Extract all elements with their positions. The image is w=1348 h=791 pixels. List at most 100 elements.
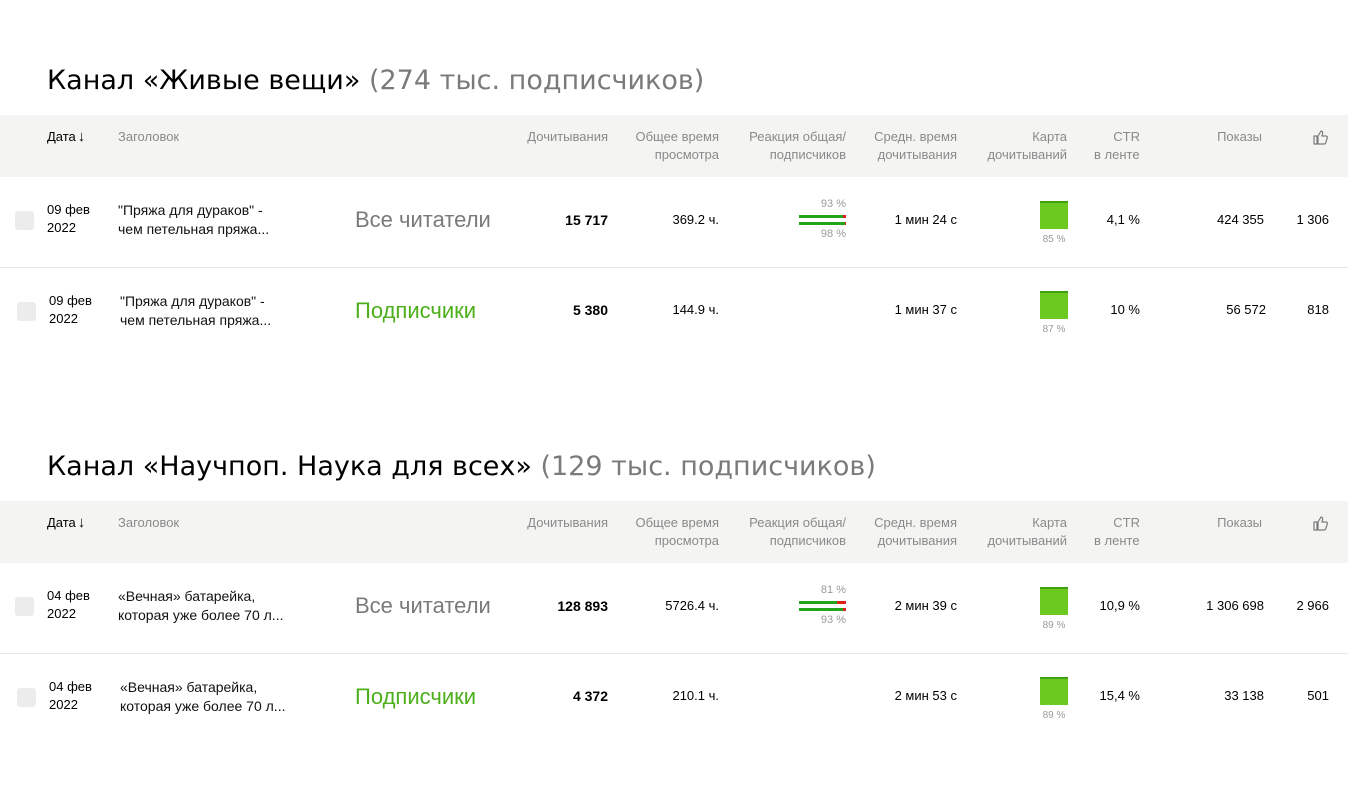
read-map-icon[interactable] bbox=[1040, 587, 1068, 615]
column-date[interactable]: Дата ↓ bbox=[47, 128, 85, 146]
arrow-down-icon: ↓ bbox=[77, 514, 86, 531]
row-checkbox[interactable] bbox=[17, 688, 36, 707]
column-ctr-line2: в ленте bbox=[1094, 533, 1140, 548]
column-views[interactable]: Показы bbox=[1217, 514, 1262, 532]
row-date: 04 фев 2022 bbox=[47, 587, 90, 623]
row-date: 09 фев 2022 bbox=[49, 292, 92, 328]
read-map-icon[interactable] bbox=[1040, 677, 1068, 705]
likes-value: 2 966 bbox=[1296, 598, 1329, 613]
column-read-map[interactable]: Карта дочитываний bbox=[987, 128, 1067, 164]
ctr-value: 10 % bbox=[1110, 302, 1140, 317]
column-read-map-line1: Карта bbox=[1032, 515, 1067, 530]
row-title-line2: чем петельная пряжа... bbox=[120, 312, 272, 328]
column-total-time-line1: Общее время bbox=[635, 515, 719, 530]
channel-subscribers: (129 тыс. подписчиков) bbox=[540, 451, 876, 482]
reaction-subs-bar bbox=[799, 222, 846, 225]
row-checkbox[interactable] bbox=[15, 211, 34, 230]
reads-value: 15 717 bbox=[565, 212, 608, 228]
ctr-value: 10,9 % bbox=[1099, 598, 1140, 613]
column-reaction[interactable]: Реакция общая/подписчиков bbox=[749, 514, 846, 550]
reaction-total-fill bbox=[799, 601, 838, 604]
column-ctr-line1: CTR bbox=[1113, 129, 1140, 144]
row-title-line2: которая уже более 70 л... bbox=[120, 698, 286, 714]
audience-label: Подписчики bbox=[355, 298, 477, 323]
column-views[interactable]: Показы bbox=[1217, 128, 1262, 146]
avg-time-value: 2 мин 39 с bbox=[894, 598, 957, 613]
thumbs-up-icon[interactable] bbox=[1312, 129, 1328, 145]
row-title-link[interactable]: "Пряжа для дураков" - чем петельная пряжа… bbox=[120, 292, 271, 330]
channel-title: Канал «Научпоп. Наука для всех» (129 тыс… bbox=[47, 450, 876, 484]
avg-time-value: 1 мин 24 с bbox=[894, 212, 957, 227]
column-total-time-line1: Общее время bbox=[635, 129, 719, 144]
total-time-value: 144.9 ч. bbox=[672, 302, 719, 317]
column-reads[interactable]: Дочитывания bbox=[527, 128, 608, 146]
reads-value: 128 893 bbox=[557, 598, 608, 614]
column-title[interactable]: Заголовок bbox=[118, 128, 179, 146]
row-title-link[interactable]: "Пряжа для дураков" - чем петельная пряжа… bbox=[118, 201, 269, 239]
reaction-total-bar bbox=[799, 601, 846, 604]
reaction-subs-fill bbox=[799, 608, 843, 611]
row-title-line1: «Вечная» батарейка, bbox=[120, 679, 258, 695]
audience-label: Все читатели bbox=[355, 207, 491, 232]
views-value: 1 306 698 bbox=[1206, 598, 1264, 613]
column-total-time[interactable]: Общее время просмотра bbox=[635, 514, 719, 550]
row-date-day: 04 фев bbox=[49, 679, 92, 694]
column-date[interactable]: Дата ↓ bbox=[47, 514, 85, 532]
likes-value: 818 bbox=[1307, 302, 1329, 317]
column-ctr-line1: CTR bbox=[1113, 515, 1140, 530]
views-value: 424 355 bbox=[1217, 212, 1264, 227]
row-date-year: 2022 bbox=[49, 311, 78, 326]
table-row[interactable]: 04 фев 2022 «Вечная» батарейка, которая уж… bbox=[0, 654, 1348, 744]
table-row[interactable]: 09 фев 2022 "Пряжа для дураков" - чем пете… bbox=[0, 177, 1348, 268]
table-row[interactable]: 04 фев 2022 «Вечная» батарейка, которая уж… bbox=[0, 563, 1348, 654]
column-date-label: Дата bbox=[47, 515, 76, 530]
channel-section: Канал «Живые вещи» (274 тыс. подписчиков… bbox=[0, 64, 1348, 364]
channel-name: Канал «Научпоп. Наука для всех» bbox=[47, 451, 532, 482]
read-map-percent: 87 % bbox=[1042, 324, 1066, 335]
column-reads[interactable]: Дочитывания bbox=[527, 514, 608, 532]
arrow-down-icon: ↓ bbox=[77, 128, 86, 145]
read-map-icon[interactable] bbox=[1040, 291, 1068, 319]
column-title[interactable]: Заголовок bbox=[118, 514, 179, 532]
column-total-time-line2: просмотра bbox=[654, 147, 719, 162]
ctr-value: 15,4 % bbox=[1099, 688, 1140, 703]
row-title-line1: "Пряжа для дураков" - bbox=[120, 293, 265, 309]
column-read-map-line2: дочитываний bbox=[987, 533, 1067, 548]
views-value: 56 572 bbox=[1226, 302, 1266, 317]
row-date: 09 фев 2022 bbox=[47, 201, 90, 237]
row-title-line2: которая уже более 70 л... bbox=[118, 607, 284, 623]
row-checkbox[interactable] bbox=[17, 302, 36, 321]
audience-label: Все читатели bbox=[355, 593, 491, 618]
channel-subscribers: (274 тыс. подписчиков) bbox=[368, 65, 705, 96]
reaction-subs-bar bbox=[799, 608, 846, 611]
column-total-time-line2: просмотра bbox=[654, 533, 719, 548]
column-avg-time[interactable]: Средн. время дочитывания bbox=[874, 514, 957, 550]
row-date-day: 09 фев bbox=[47, 202, 90, 217]
column-avg-time-line1: Средн. время bbox=[874, 515, 957, 530]
likes-value: 1 306 bbox=[1296, 212, 1329, 227]
reaction-subs-fill bbox=[799, 222, 846, 225]
column-ctr[interactable]: CTR в ленте bbox=[1094, 514, 1140, 550]
column-read-map[interactable]: Карта дочитываний bbox=[987, 514, 1067, 550]
column-ctr[interactable]: CTR в ленте bbox=[1094, 128, 1140, 164]
row-checkbox[interactable] bbox=[15, 597, 34, 616]
thumbs-up-icon[interactable] bbox=[1312, 515, 1328, 531]
column-ctr-line2: в ленте bbox=[1094, 147, 1140, 162]
channel-section: Канал «Научпоп. Наука для всех» (129 тыс… bbox=[0, 450, 1348, 750]
row-date-year: 2022 bbox=[47, 220, 76, 235]
table-row[interactable]: 09 фев 2022 "Пряжа для дураков" - чем пете… bbox=[0, 268, 1348, 358]
reads-value: 5 380 bbox=[572, 302, 608, 318]
column-avg-time-line2: дочитывания bbox=[877, 533, 957, 548]
column-avg-time[interactable]: Средн. время дочитывания bbox=[874, 128, 957, 164]
column-reaction[interactable]: Реакция общая/подписчиков bbox=[749, 128, 846, 164]
row-title-link[interactable]: «Вечная» батарейка, которая уже более 70 … bbox=[120, 678, 285, 716]
column-total-time[interactable]: Общее время просмотра bbox=[635, 128, 719, 164]
reads-value: 4 372 bbox=[572, 688, 608, 704]
row-date-year: 2022 bbox=[49, 697, 78, 712]
column-reaction-line2: подписчиков bbox=[769, 533, 846, 548]
total-time-value: 369.2 ч. bbox=[672, 212, 719, 227]
column-reaction-line2: подписчиков bbox=[769, 147, 846, 162]
read-map-icon[interactable] bbox=[1040, 201, 1068, 229]
column-read-map-line2: дочитываний bbox=[987, 147, 1067, 162]
row-title-link[interactable]: «Вечная» батарейка, которая уже более 70 … bbox=[118, 587, 283, 625]
